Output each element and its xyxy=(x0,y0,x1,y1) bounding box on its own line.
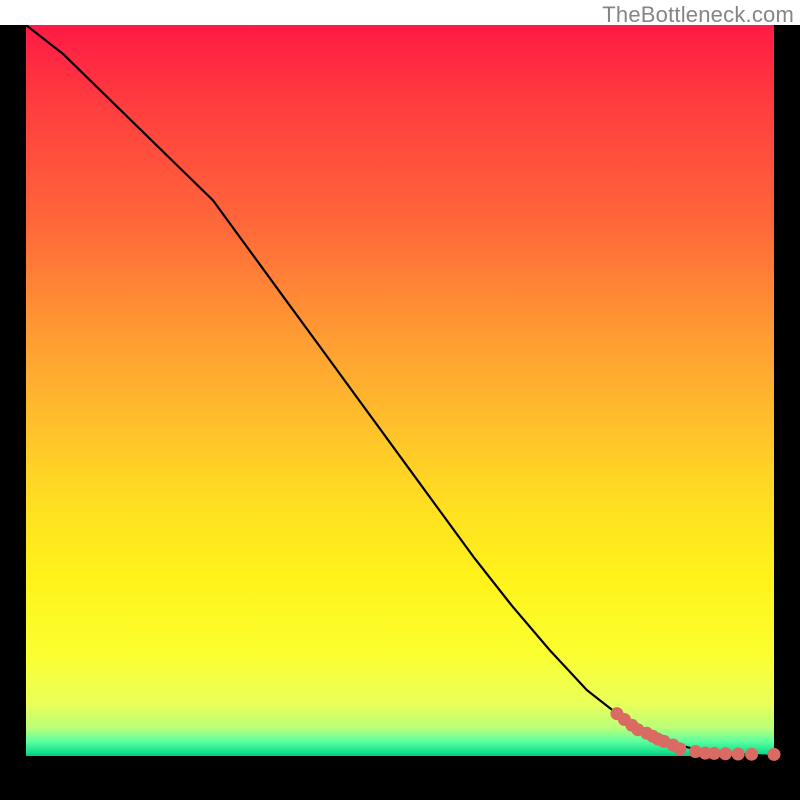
chart-stage: TheBottleneck.com xyxy=(0,0,800,800)
gradient-background xyxy=(26,25,774,756)
plot-frame xyxy=(0,25,800,800)
watermark-text: TheBottleneck.com xyxy=(602,2,794,28)
